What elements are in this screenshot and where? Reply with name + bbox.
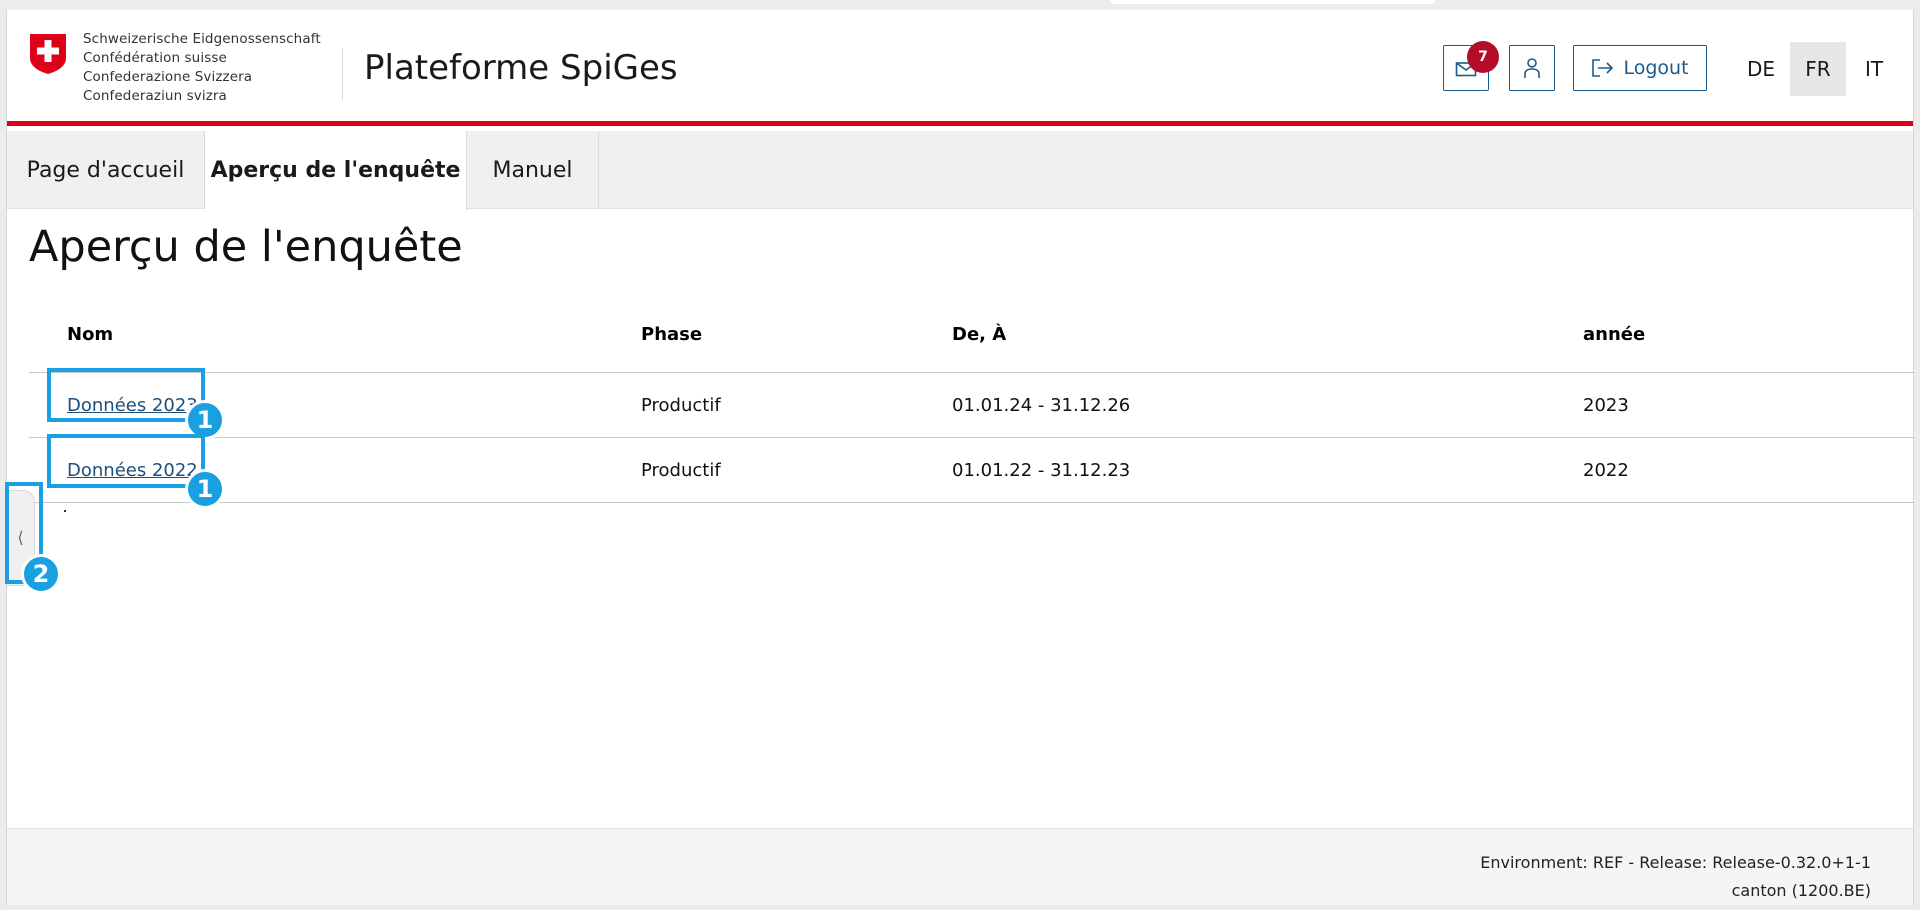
tab-home[interactable]: Page d'accueil [7, 131, 205, 209]
language-it[interactable]: IT [1846, 42, 1902, 96]
cell-phase: Productif [641, 460, 721, 481]
browser-tab-hint [1110, 0, 1435, 4]
page-title: Aperçu de l'enquête [29, 222, 463, 272]
column-header-range: De, À [952, 324, 1007, 345]
app-window: Schweizerische Eidgenossenschaft Confédé… [5, 10, 1915, 905]
main-navigation: Page d'accueil Aperçu de l'enquête Manue… [7, 131, 1913, 210]
table-header: Nom Phase De, À année [29, 308, 1915, 373]
table-row: Données 2023 Productif 01.01.24 - 31.12.… [29, 373, 1915, 438]
header-divider [342, 48, 343, 100]
cell-range: 01.01.22 - 31.12.23 [952, 460, 1131, 481]
step-marker-1: 1 [185, 400, 225, 440]
stray-dot [64, 510, 66, 512]
browser-top-strip [0, 0, 1920, 10]
step-marker-2: 2 [21, 554, 61, 594]
logout-icon [1592, 59, 1614, 77]
language-fr[interactable]: FR [1790, 42, 1846, 96]
logout-label: Logout [1623, 57, 1689, 79]
footer-canton: canton (1200.BE) [1731, 881, 1871, 900]
app-title: Plateforme SpiGes [364, 48, 678, 88]
confederation-line-rm: Confederaziun svizra [83, 88, 227, 104]
confederation-line-it: Confederazione Svizzera [83, 69, 253, 85]
column-header-year: année [1583, 324, 1646, 345]
header: Schweizerische Eidgenossenschaft Confédé… [7, 10, 1913, 126]
column-header-name: Nom [67, 324, 114, 345]
cell-phase: Productif [641, 395, 721, 416]
tab-manual[interactable]: Manuel [467, 131, 599, 209]
profile-button[interactable] [1509, 45, 1555, 91]
notification-badge: 7 [1467, 41, 1499, 73]
user-icon [1524, 58, 1540, 78]
chevron-left-icon: ⟨ [17, 530, 24, 547]
tab-survey-overview[interactable]: Aperçu de l'enquête [205, 131, 467, 210]
confederation-text: Schweizerische Eidgenossenschaft Confédé… [83, 30, 321, 106]
logout-button[interactable]: Logout [1573, 45, 1707, 91]
survey-link-2022[interactable]: Données 2022 [67, 460, 198, 481]
survey-link-2023[interactable]: Données 2023 [67, 395, 198, 416]
language-de[interactable]: DE [1733, 42, 1789, 96]
footer: Environment: REF - Release: Release-0.32… [7, 828, 1913, 905]
swiss-flag-logo-icon [30, 34, 66, 74]
confederation-line-de: Schweizerische Eidgenossenschaft [83, 31, 321, 47]
cell-year: 2022 [1583, 460, 1629, 481]
survey-table: Nom Phase De, À année Données 2023 Produ… [29, 308, 1915, 503]
cell-range: 01.01.24 - 31.12.26 [952, 395, 1131, 416]
footer-environment: Environment: REF - Release: Release-0.32… [1480, 853, 1871, 872]
step-marker-1-second: 1 [185, 469, 225, 509]
table-row: Données 2022 Productif 01.01.22 - 31.12.… [29, 438, 1915, 503]
cell-year: 2023 [1583, 395, 1629, 416]
confederation-line-fr: Confédération suisse [83, 50, 227, 66]
column-header-phase: Phase [641, 324, 703, 345]
